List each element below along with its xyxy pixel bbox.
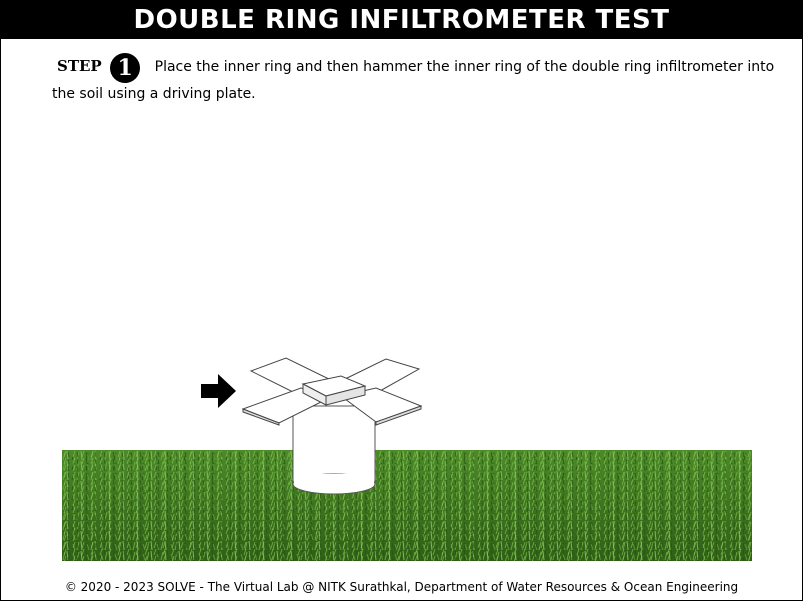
footer-copyright: © 2020 - 2023 SOLVE - The Virtual Lab @ … xyxy=(64,580,739,594)
page-title: DOUBLE RING INFILTROMETER TEST xyxy=(1,1,802,39)
app-frame: DOUBLE RING INFILTROMETER TEST STEP 1 Pl… xyxy=(0,0,803,601)
right-arrow-icon xyxy=(201,374,236,408)
step-label: STEP xyxy=(57,57,102,75)
inner-ring-icon xyxy=(292,405,376,495)
step-number-badge: 1 xyxy=(110,53,141,83)
step-text: Place the inner ring and then hammer the… xyxy=(52,59,775,102)
step-instruction: STEP 1 Place the inner ring and then ham… xyxy=(52,53,782,105)
inner-ring-with-driving-plate xyxy=(241,357,423,495)
